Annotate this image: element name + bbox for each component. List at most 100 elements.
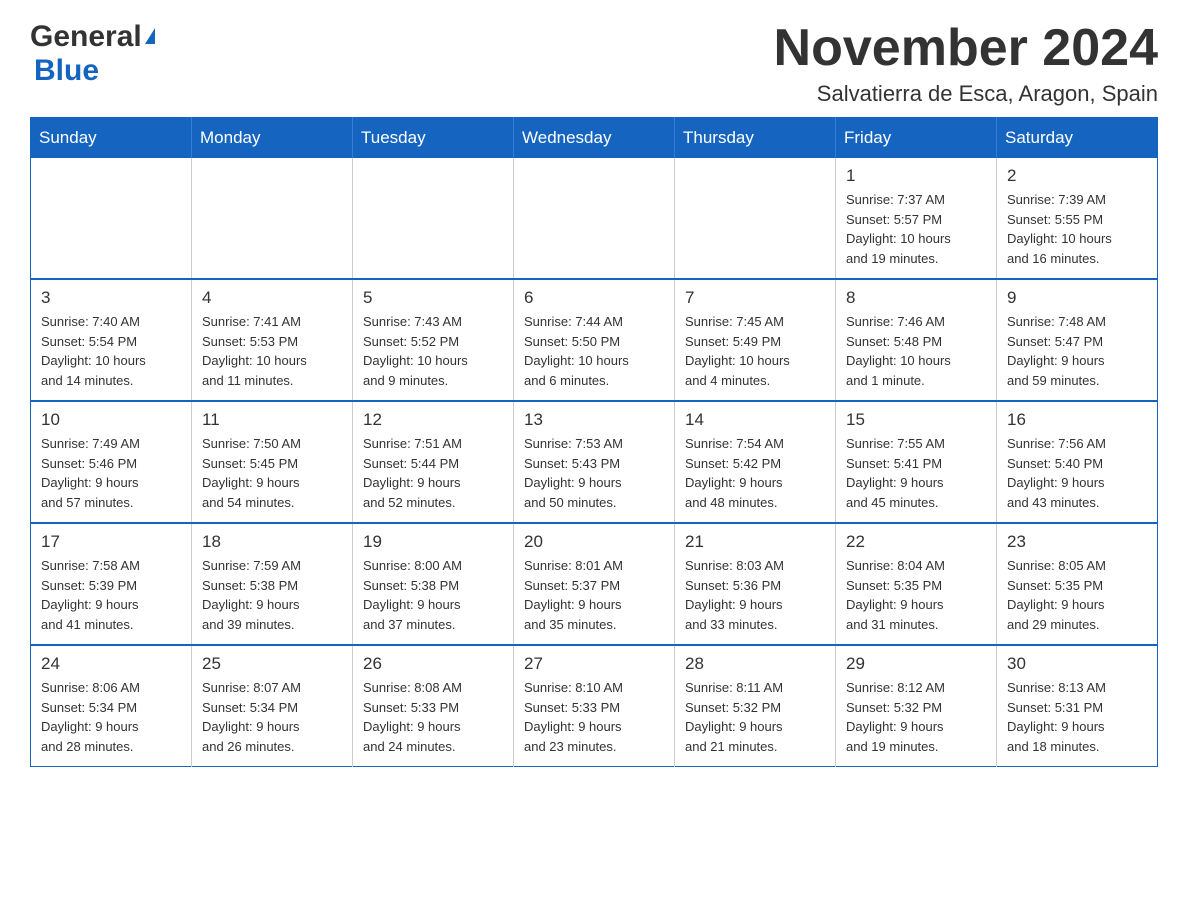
calendar-week-row: 3 Sunrise: 7:40 AMSunset: 5:54 PMDaylight… — [31, 279, 1158, 401]
day-number: 14 — [685, 410, 825, 430]
calendar-cell: 19 Sunrise: 8:00 AMSunset: 5:38 PMDayligh… — [353, 523, 514, 645]
calendar-cell — [192, 158, 353, 279]
calendar-cell: 30Sunrise: 8:13 AMSunset: 5:31 PMDayligh… — [997, 645, 1158, 767]
day-number: 20 — [524, 532, 664, 552]
calendar-cell: 7 Sunrise: 7:45 AMSunset: 5:49 PMDaylight… — [675, 279, 836, 401]
calendar-cell: 2 Sunrise: 7:39 AMSunset: 5:55 PMDaylight… — [997, 158, 1158, 279]
logo-blue-text: Blue — [34, 54, 99, 88]
calendar-cell: 26 Sunrise: 8:08 AMSunset: 5:33 PMDayligh… — [353, 645, 514, 767]
calendar-week-row: 17 Sunrise: 7:58 AMSunset: 5:39 PMDayligh… — [31, 523, 1158, 645]
calendar-week-row: 1Sunrise: 7:37 AMSunset: 5:57 PMDaylight… — [31, 158, 1158, 279]
day-info: Sunrise: 7:40 AMSunset: 5:54 PMDaylight:… — [41, 312, 181, 390]
day-number: 2 — [1007, 166, 1147, 186]
day-number: 26 — [363, 654, 503, 674]
day-number: 23 — [1007, 532, 1147, 552]
logo-triangle-icon — [145, 28, 155, 44]
day-number: 7 — [685, 288, 825, 308]
day-info: Sunrise: 7:48 AMSunset: 5:47 PMDaylight:… — [1007, 312, 1147, 390]
calendar-table: SundayMondayTuesdayWednesdayThursdayFrid… — [30, 117, 1158, 767]
day-number: 13 — [524, 410, 664, 430]
day-number: 9 — [1007, 288, 1147, 308]
day-info: Sunrise: 8:10 AMSunset: 5:33 PMDaylight:… — [524, 678, 664, 756]
weekday-header-sunday: Sunday — [31, 118, 192, 159]
day-number: 6 — [524, 288, 664, 308]
month-title: November 2024 — [774, 20, 1158, 77]
calendar-cell: 1Sunrise: 7:37 AMSunset: 5:57 PMDaylight… — [836, 158, 997, 279]
calendar-cell: 4 Sunrise: 7:41 AMSunset: 5:53 PMDaylight… — [192, 279, 353, 401]
calendar-cell: 14 Sunrise: 7:54 AMSunset: 5:42 PMDayligh… — [675, 401, 836, 523]
calendar-cell: 16 Sunrise: 7:56 AMSunset: 5:40 PMDayligh… — [997, 401, 1158, 523]
calendar-cell: 21 Sunrise: 8:03 AMSunset: 5:36 PMDayligh… — [675, 523, 836, 645]
calendar-week-row: 10 Sunrise: 7:49 AMSunset: 5:46 PMDayligh… — [31, 401, 1158, 523]
location-title: Salvatierra de Esca, Aragon, Spain — [774, 81, 1158, 107]
day-info: Sunrise: 7:43 AMSunset: 5:52 PMDaylight:… — [363, 312, 503, 390]
calendar-cell: 12Sunrise: 7:51 AMSunset: 5:44 PMDayligh… — [353, 401, 514, 523]
day-info: Sunrise: 7:46 AMSunset: 5:48 PMDaylight:… — [846, 312, 986, 390]
day-info: Sunrise: 8:00 AMSunset: 5:38 PMDaylight:… — [363, 556, 503, 634]
calendar-cell: 17 Sunrise: 7:58 AMSunset: 5:39 PMDayligh… — [31, 523, 192, 645]
calendar-cell: 11 Sunrise: 7:50 AMSunset: 5:45 PMDayligh… — [192, 401, 353, 523]
day-info: Sunrise: 8:06 AMSunset: 5:34 PMDaylight:… — [41, 678, 181, 756]
day-info: Sunrise: 7:44 AMSunset: 5:50 PMDaylight:… — [524, 312, 664, 390]
day-info: Sunrise: 7:56 AMSunset: 5:40 PMDaylight:… — [1007, 434, 1147, 512]
day-info: Sunrise: 7:49 AMSunset: 5:46 PMDaylight:… — [41, 434, 181, 512]
day-number: 3 — [41, 288, 181, 308]
day-number: 10 — [41, 410, 181, 430]
weekday-header-friday: Friday — [836, 118, 997, 159]
day-info: Sunrise: 8:08 AMSunset: 5:33 PMDaylight:… — [363, 678, 503, 756]
day-number: 24 — [41, 654, 181, 674]
day-number: 29 — [846, 654, 986, 674]
day-info: Sunrise: 8:11 AMSunset: 5:32 PMDaylight:… — [685, 678, 825, 756]
day-info: Sunrise: 7:54 AMSunset: 5:42 PMDaylight:… — [685, 434, 825, 512]
day-number: 19 — [363, 532, 503, 552]
day-number: 11 — [202, 410, 342, 430]
day-number: 28 — [685, 654, 825, 674]
day-info: Sunrise: 8:13 AMSunset: 5:31 PMDaylight:… — [1007, 678, 1147, 756]
day-number: 17 — [41, 532, 181, 552]
day-number: 16 — [1007, 410, 1147, 430]
calendar-cell: 6 Sunrise: 7:44 AMSunset: 5:50 PMDaylight… — [514, 279, 675, 401]
day-info: Sunrise: 7:58 AMSunset: 5:39 PMDaylight:… — [41, 556, 181, 634]
day-info: Sunrise: 7:45 AMSunset: 5:49 PMDaylight:… — [685, 312, 825, 390]
day-info: Sunrise: 7:50 AMSunset: 5:45 PMDaylight:… — [202, 434, 342, 512]
calendar-cell — [675, 158, 836, 279]
day-number: 15 — [846, 410, 986, 430]
calendar-cell — [31, 158, 192, 279]
calendar-cell: 13 Sunrise: 7:53 AMSunset: 5:43 PMDayligh… — [514, 401, 675, 523]
calendar-cell: 28 Sunrise: 8:11 AMSunset: 5:32 PMDayligh… — [675, 645, 836, 767]
day-info: Sunrise: 8:01 AMSunset: 5:37 PMDaylight:… — [524, 556, 664, 634]
calendar-cell: 27Sunrise: 8:10 AMSunset: 5:33 PMDayligh… — [514, 645, 675, 767]
weekday-header-tuesday: Tuesday — [353, 118, 514, 159]
day-number: 22 — [846, 532, 986, 552]
calendar-cell — [514, 158, 675, 279]
day-info: Sunrise: 8:07 AMSunset: 5:34 PMDaylight:… — [202, 678, 342, 756]
day-number: 25 — [202, 654, 342, 674]
day-number: 21 — [685, 532, 825, 552]
day-info: Sunrise: 7:59 AMSunset: 5:38 PMDaylight:… — [202, 556, 342, 634]
calendar-cell: 5 Sunrise: 7:43 AMSunset: 5:52 PMDaylight… — [353, 279, 514, 401]
day-info: Sunrise: 8:04 AMSunset: 5:35 PMDaylight:… — [846, 556, 986, 634]
logo-general-text: General — [30, 20, 142, 54]
calendar-cell: 9 Sunrise: 7:48 AMSunset: 5:47 PMDaylight… — [997, 279, 1158, 401]
weekday-header-row: SundayMondayTuesdayWednesdayThursdayFrid… — [31, 118, 1158, 159]
calendar-cell: 20 Sunrise: 8:01 AMSunset: 5:37 PMDayligh… — [514, 523, 675, 645]
day-info: Sunrise: 8:03 AMSunset: 5:36 PMDaylight:… — [685, 556, 825, 634]
day-number: 5 — [363, 288, 503, 308]
calendar-cell: 3 Sunrise: 7:40 AMSunset: 5:54 PMDaylight… — [31, 279, 192, 401]
day-number: 4 — [202, 288, 342, 308]
day-info: Sunrise: 7:37 AMSunset: 5:57 PMDaylight:… — [846, 190, 986, 268]
page-header: General Blue November 2024 Salvatierra d… — [30, 20, 1158, 107]
calendar-cell: 25 Sunrise: 8:07 AMSunset: 5:34 PMDayligh… — [192, 645, 353, 767]
day-info: Sunrise: 8:12 AMSunset: 5:32 PMDaylight:… — [846, 678, 986, 756]
calendar-cell: 24 Sunrise: 8:06 AMSunset: 5:34 PMDayligh… — [31, 645, 192, 767]
day-info: Sunrise: 7:53 AMSunset: 5:43 PMDaylight:… — [524, 434, 664, 512]
day-info: Sunrise: 7:51 AMSunset: 5:44 PMDaylight:… — [363, 434, 503, 512]
logo: General Blue — [30, 20, 155, 88]
weekday-header-wednesday: Wednesday — [514, 118, 675, 159]
day-number: 8 — [846, 288, 986, 308]
day-info: Sunrise: 7:39 AMSunset: 5:55 PMDaylight:… — [1007, 190, 1147, 268]
day-info: Sunrise: 7:41 AMSunset: 5:53 PMDaylight:… — [202, 312, 342, 390]
calendar-cell: 10 Sunrise: 7:49 AMSunset: 5:46 PMDayligh… — [31, 401, 192, 523]
weekday-header-thursday: Thursday — [675, 118, 836, 159]
calendar-cell: 23Sunrise: 8:05 AMSunset: 5:35 PMDayligh… — [997, 523, 1158, 645]
